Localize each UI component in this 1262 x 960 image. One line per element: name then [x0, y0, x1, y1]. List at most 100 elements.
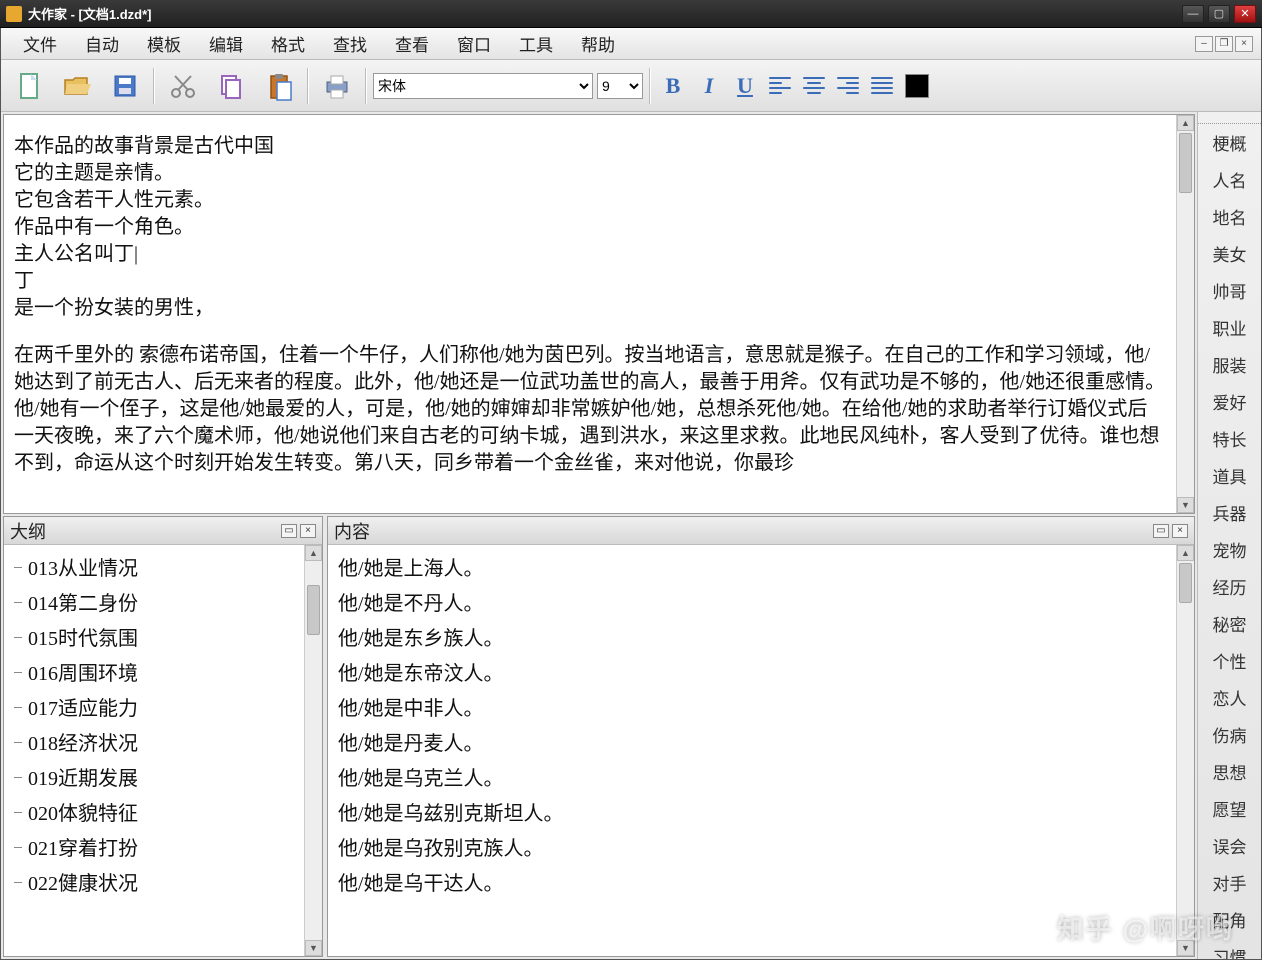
content-item[interactable]: 他/她是丹麦人。	[328, 724, 1176, 759]
menu-format[interactable]: 格式	[257, 27, 319, 60]
content-list[interactable]: 他/她是上海人。他/她是不丹人。他/她是东乡族人。他/她是东帝汶人。他/她是中非…	[328, 545, 1176, 956]
text-editor[interactable]: 本作品的故事背景是古代中国它的主题是亲情。它包含若干人性元素。作品中有一个角色。…	[4, 115, 1176, 513]
outline-item[interactable]: 016周围环境	[4, 654, 304, 689]
content-item[interactable]: 他/她是乌孜别克族人。	[328, 829, 1176, 864]
side-tag-button[interactable]: 宠物	[1198, 531, 1261, 568]
minimize-button[interactable]: —	[1182, 5, 1204, 23]
paste-button[interactable]	[257, 65, 301, 107]
content-item[interactable]: 他/她是上海人。	[328, 549, 1176, 584]
outline-item[interactable]: 019近期发展	[4, 759, 304, 794]
font-size-select[interactable]: 9	[597, 73, 643, 99]
side-tag-button[interactable]: 伤病	[1198, 716, 1261, 753]
mdi-restore-button[interactable]: ❐	[1215, 36, 1233, 52]
scroll-thumb[interactable]	[1179, 563, 1192, 603]
side-tag-bar: 梗概人名地名美女帅哥职业服装爱好特长道具兵器宠物经历秘密个性恋人伤病思想愿望误会…	[1197, 112, 1261, 959]
side-tag-button[interactable]: 误会	[1198, 827, 1261, 864]
content-float-button[interactable]: ▭	[1153, 524, 1169, 538]
side-tag-button[interactable]: 愿望	[1198, 790, 1261, 827]
new-file-button[interactable]	[7, 65, 51, 107]
content-item[interactable]: 他/她是东帝汶人。	[328, 654, 1176, 689]
menu-find[interactable]: 查找	[319, 27, 381, 60]
outline-float-button[interactable]: ▭	[281, 524, 297, 538]
toolbar-separator	[365, 68, 367, 104]
scroll-down-button[interactable]: ▼	[1177, 497, 1194, 513]
menu-view[interactable]: 查看	[381, 27, 443, 60]
side-tag-button[interactable]: 地名	[1198, 198, 1261, 235]
side-tag-button[interactable]: 梗概	[1198, 124, 1261, 161]
maximize-button[interactable]: ▢	[1208, 5, 1230, 23]
align-justify-button[interactable]	[867, 73, 897, 99]
cut-button[interactable]	[161, 65, 205, 107]
side-tag-button[interactable]: 帅哥	[1198, 272, 1261, 309]
side-tag-button[interactable]: 服装	[1198, 346, 1261, 383]
side-tag-button[interactable]: 道具	[1198, 457, 1261, 494]
scroll-down-button[interactable]: ▼	[1177, 940, 1194, 956]
mdi-close-button[interactable]: ×	[1235, 36, 1253, 52]
copy-button[interactable]	[209, 65, 253, 107]
content-item[interactable]: 他/她是乌克兰人。	[328, 759, 1176, 794]
content-item[interactable]: 他/她是东乡族人。	[328, 619, 1176, 654]
side-tag-button[interactable]: 个性	[1198, 642, 1261, 679]
printer-icon	[321, 70, 353, 102]
scroll-up-button[interactable]: ▲	[305, 545, 322, 561]
scroll-down-button[interactable]: ▼	[305, 940, 322, 956]
outline-scrollbar[interactable]: ▲ ▼	[304, 545, 322, 956]
menu-tools[interactable]: 工具	[505, 27, 567, 60]
outline-item[interactable]: 014第二身份	[4, 584, 304, 619]
scroll-thumb[interactable]	[1179, 133, 1192, 193]
align-center-button[interactable]	[799, 73, 829, 99]
content-scrollbar[interactable]: ▲ ▼	[1176, 545, 1194, 956]
scroll-up-button[interactable]: ▲	[1177, 115, 1194, 131]
print-button[interactable]	[315, 65, 359, 107]
menu-help[interactable]: 帮助	[567, 27, 629, 60]
content-item[interactable]: 他/她是乌兹别克斯坦人。	[328, 794, 1176, 829]
side-tag-button[interactable]: 配角	[1198, 901, 1261, 938]
editor-scrollbar[interactable]: ▲ ▼	[1176, 115, 1194, 513]
side-tag-button[interactable]: 秘密	[1198, 605, 1261, 642]
content-item[interactable]: 他/她是中非人。	[328, 689, 1176, 724]
outline-item[interactable]: 015时代氛围	[4, 619, 304, 654]
mdi-minimize-button[interactable]: –	[1195, 36, 1213, 52]
save-icon	[109, 70, 141, 102]
underline-button[interactable]: U	[729, 71, 761, 101]
side-tag-button[interactable]: 习惯	[1198, 938, 1261, 959]
content-close-button[interactable]: ×	[1172, 524, 1188, 538]
menu-edit[interactable]: 编辑	[195, 27, 257, 60]
side-tag-button[interactable]: 特长	[1198, 420, 1261, 457]
menu-auto[interactable]: 自动	[71, 27, 133, 60]
side-tag-button[interactable]: 人名	[1198, 161, 1261, 198]
scroll-thumb[interactable]	[307, 585, 320, 635]
menu-file[interactable]: 文件	[9, 27, 71, 60]
outline-list[interactable]: 013从业情况014第二身份015时代氛围016周围环境017适应能力018经济…	[4, 545, 304, 956]
side-tag-button[interactable]: 经历	[1198, 568, 1261, 605]
side-tag-button[interactable]: 爱好	[1198, 383, 1261, 420]
menu-template[interactable]: 模板	[133, 27, 195, 60]
outline-item[interactable]: 021穿着打扮	[4, 829, 304, 864]
outline-item[interactable]: 017适应能力	[4, 689, 304, 724]
align-right-button[interactable]	[833, 73, 863, 99]
open-file-button[interactable]	[55, 65, 99, 107]
content-item[interactable]: 他/她是乌干达人。	[328, 864, 1176, 899]
outline-item[interactable]: 013从业情况	[4, 549, 304, 584]
text-color-button[interactable]	[905, 74, 929, 98]
content-item[interactable]: 他/她是不丹人。	[328, 584, 1176, 619]
align-left-button[interactable]	[765, 73, 795, 99]
close-button[interactable]: ✕	[1234, 5, 1256, 23]
side-tag-button[interactable]: 兵器	[1198, 494, 1261, 531]
outline-item[interactable]: 022健康状况	[4, 864, 304, 899]
bold-button[interactable]: B	[657, 71, 689, 101]
outline-item[interactable]: 020体貌特征	[4, 794, 304, 829]
outline-close-button[interactable]: ×	[300, 524, 316, 538]
save-file-button[interactable]	[103, 65, 147, 107]
side-tag-button[interactable]: 职业	[1198, 309, 1261, 346]
side-tag-button[interactable]: 美女	[1198, 235, 1261, 272]
outline-item[interactable]: 018经济状况	[4, 724, 304, 759]
side-tag-button[interactable]: 对手	[1198, 864, 1261, 901]
menu-window[interactable]: 窗口	[443, 27, 505, 60]
side-tag-button[interactable]: 恋人	[1198, 679, 1261, 716]
side-tag-button[interactable]: 思想	[1198, 753, 1261, 790]
font-name-select[interactable]: 宋体	[373, 73, 593, 99]
scroll-up-button[interactable]: ▲	[1177, 545, 1194, 561]
editor-line: 它包含若干人性元素。	[14, 187, 1166, 214]
italic-button[interactable]: I	[693, 71, 725, 101]
